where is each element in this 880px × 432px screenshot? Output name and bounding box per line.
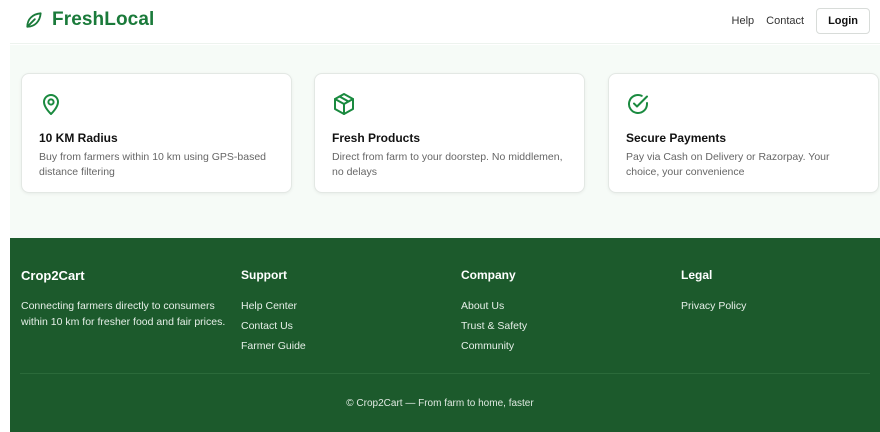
check-circle-icon (628, 94, 648, 114)
footer-support-column: Support Help Center Contact Us Farmer Gu… (241, 268, 306, 360)
leaf-icon (26, 12, 42, 28)
footer-support-title: Support (241, 268, 287, 282)
package-icon (334, 93, 354, 115)
nav-help-link[interactable]: Help (732, 15, 755, 27)
brand-name: FreshLocal (52, 9, 155, 30)
footer-legal-column: Legal Privacy Policy (681, 268, 746, 320)
footer-company-column: Company About Us Trust & Safety Communit… (461, 268, 527, 360)
footer-link-about-us[interactable]: About Us (461, 300, 527, 312)
footer-link-community[interactable]: Community (461, 340, 527, 352)
footer-tagline: Connecting farmers directly to consumers… (21, 300, 226, 328)
features-section: 10 KM Radius Buy from farmers within 10 … (10, 45, 880, 238)
nav-contact-link[interactable]: Contact (766, 15, 804, 27)
footer-divider (20, 373, 870, 374)
footer-link-help-center[interactable]: Help Center (241, 300, 306, 312)
site-footer: Crop2Cart Connecting farmers directly to… (10, 238, 880, 432)
page-frame: FreshLocal Help Contact Login 10 KM Radi… (10, 0, 880, 432)
feature-title: Secure Payments (626, 131, 727, 145)
footer-legal-title: Legal (681, 268, 713, 282)
feature-card-fresh: Fresh Products Direct from farm to your … (314, 73, 585, 193)
login-button[interactable]: Login (816, 8, 870, 34)
feature-title: Fresh Products (332, 131, 421, 145)
footer-link-trust-safety[interactable]: Trust & Safety (461, 320, 527, 332)
feature-title: 10 KM Radius (39, 131, 118, 145)
footer-brand-column: Crop2Cart Connecting farmers directly to… (21, 268, 226, 330)
feature-card-radius: 10 KM Radius Buy from farmers within 10 … (21, 73, 292, 193)
footer-link-farmer-guide[interactable]: Farmer Guide (241, 340, 306, 352)
top-nav: Help Contact Login (732, 8, 870, 34)
footer-link-contact-us[interactable]: Contact Us (241, 320, 306, 332)
brand-logo[interactable]: FreshLocal (24, 9, 154, 31)
feature-description: Direct from farm to your doorstep. No mi… (332, 151, 563, 178)
footer-brand: Crop2Cart (21, 268, 85, 283)
footer-company-title: Company (461, 268, 516, 282)
feature-card-payments: Secure Payments Pay via Cash on Delivery… (608, 73, 879, 193)
feature-description: Buy from farmers within 10 km using GPS-… (39, 151, 267, 178)
footer-link-privacy-policy[interactable]: Privacy Policy (681, 300, 746, 312)
footer-copyright: © Crop2Cart — From farm to home, faster (346, 398, 534, 409)
map-pin-icon (43, 94, 59, 115)
feature-description: Pay via Cash on Delivery or Razorpay. Yo… (626, 151, 830, 178)
top-navbar: FreshLocal Help Contact Login (10, 0, 880, 44)
